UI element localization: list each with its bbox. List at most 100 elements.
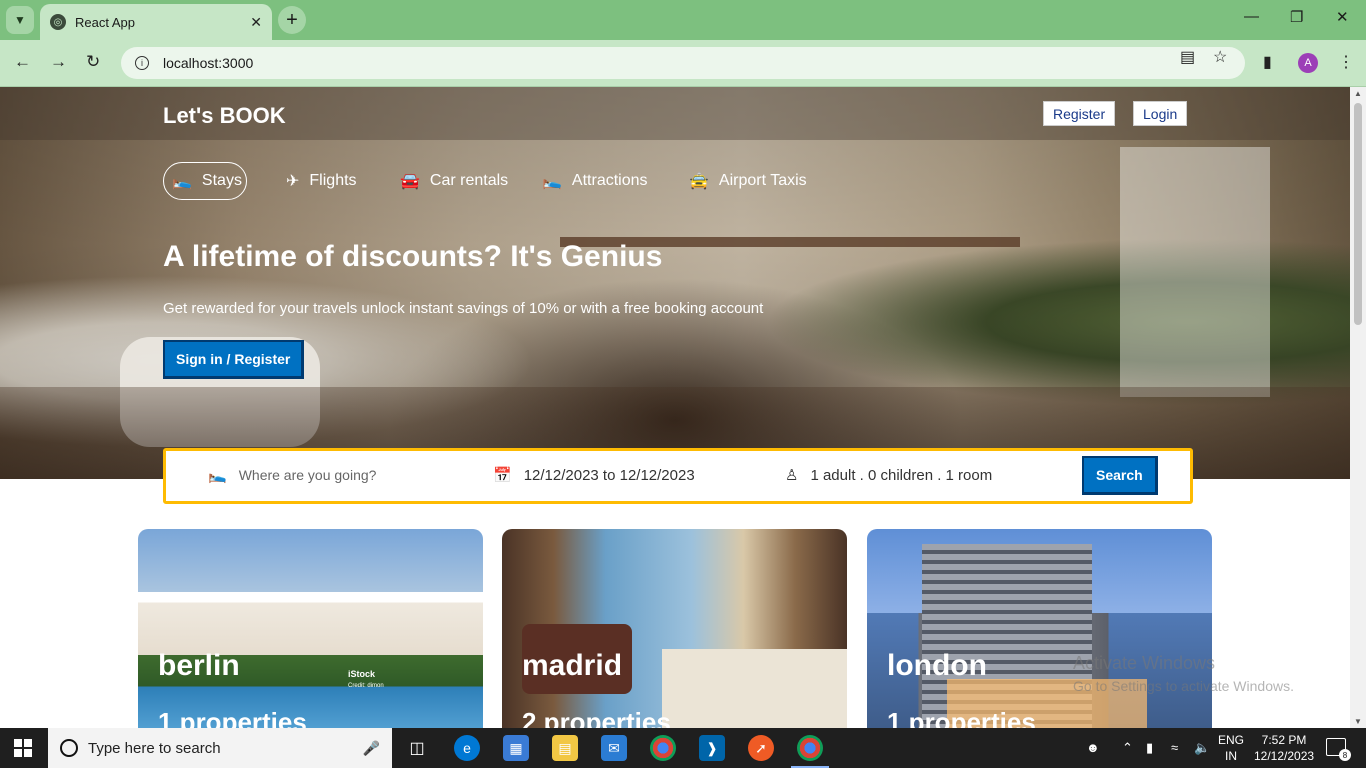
date-field[interactable]: 📅 12/12/2023 to 12/12/2023 — [493, 466, 695, 485]
signin-register-button[interactable]: Sign in / Register — [163, 340, 305, 379]
city-properties: 1 properties — [887, 707, 1036, 728]
clock-date: 12/12/2023 — [1254, 749, 1315, 763]
city-card-london[interactable]: london 1 properties — [867, 529, 1212, 728]
browser-tab-bar: ▼ ◎ React App ✕ + — ❐ ✕ — [0, 0, 1366, 40]
city-card-berlin[interactable]: iStock Credit: dimon berlin 1 properties — [138, 529, 483, 728]
reload-icon[interactable]: ↻ — [86, 52, 100, 72]
menu-icon[interactable]: ⋮ — [1338, 52, 1354, 72]
istock-watermark: iStock Credit: dimon — [348, 669, 384, 689]
guests-field[interactable]: ♙ 1 adult . 0 children . 1 room — [785, 466, 993, 485]
chrome-profile-icon[interactable] — [791, 735, 829, 768]
tab-title: React App — [75, 14, 135, 30]
url-text: localhost:3000 — [163, 55, 254, 71]
windows-taskbar: Type here to search 🎤 ◫ e ▦ ▤ ✉ ❱ ➚ ☻ ⌃ … — [0, 728, 1366, 768]
hero-headline: A lifetime of discounts? It's Genius — [163, 240, 663, 273]
star-icon[interactable]: ☆ — [1213, 47, 1227, 67]
city-card-madrid[interactable]: madrid 2 properties — [502, 529, 847, 728]
city-properties: 2 properties — [522, 707, 671, 728]
windows-start-icon[interactable] — [14, 739, 32, 757]
destination-input[interactable]: Where are you going? — [239, 467, 377, 483]
minimize-icon[interactable]: — — [1244, 8, 1259, 25]
category-car-rentals[interactable]: 🚘 Car rentals — [400, 162, 508, 200]
car-icon: 🚘 — [400, 173, 420, 190]
store-icon[interactable]: ▦ — [503, 735, 529, 761]
notification-count: 8 — [1339, 749, 1351, 761]
browser-toolbar: ← → ↻ i localhost:3000 ▤ ☆ ▮ A ⋮ — [0, 40, 1366, 87]
room-bed — [662, 649, 847, 728]
back-icon[interactable]: ← — [14, 52, 31, 72]
destination-field[interactable]: 🛌 Where are you going? — [208, 466, 376, 484]
tray-chevron-icon[interactable]: ⌃ — [1122, 740, 1133, 756]
task-view-icon[interactable]: ◫ — [404, 735, 430, 761]
region-code: IN — [1225, 749, 1237, 763]
close-icon[interactable]: ✕ — [250, 14, 262, 31]
info-icon[interactable]: i — [135, 56, 149, 70]
bed-icon: 🛌 — [208, 467, 227, 484]
clock-time: 7:52 PM — [1261, 733, 1307, 747]
scroll-up-icon[interactable]: ▲ — [1354, 89, 1362, 98]
scrollbar-thumb[interactable] — [1354, 103, 1362, 325]
globe-icon: ◎ — [50, 14, 66, 30]
page-scrollbar[interactable]: ▲ ▼ — [1350, 87, 1366, 728]
sidepanel-icon[interactable]: ▮ — [1263, 52, 1272, 72]
postman-icon[interactable]: ➚ — [748, 735, 774, 761]
chrome-icon[interactable] — [650, 735, 676, 761]
category-label: Stays — [201, 172, 242, 189]
browser-tab[interactable]: ◎ React App ✕ — [40, 4, 272, 40]
guests-text: 1 adult . 0 children . 1 room — [810, 466, 993, 484]
search-bar: 🛌 Where are you going? 📅 12/12/2023 to 1… — [163, 448, 1193, 504]
taskbar-search[interactable]: Type here to search 🎤 — [48, 728, 392, 768]
bed-icon: 🛌 — [172, 173, 192, 190]
category-attractions[interactable]: 🛌 Attractions — [542, 162, 648, 200]
close-window-icon[interactable]: ✕ — [1336, 8, 1349, 26]
watermark-subtitle: Go to Settings to activate Windows. — [1073, 678, 1294, 694]
category-label: Car rentals — [429, 172, 509, 189]
calendar-icon: 📅 — [493, 467, 512, 484]
notification-icon[interactable]: 8 — [1326, 738, 1351, 761]
city-name: berlin — [158, 649, 240, 682]
date-range-text: 12/12/2023 to 12/12/2023 — [523, 466, 695, 484]
scroll-down-icon[interactable]: ▼ — [1354, 717, 1362, 726]
hero-banner: Let's BOOK Register Login 🛌 Stays ✈ Flig… — [0, 87, 1350, 479]
category-label: Attractions — [571, 172, 648, 189]
category-label: Airport Taxis — [718, 172, 807, 189]
volume-icon[interactable]: 🔈 — [1194, 740, 1210, 756]
people-icon[interactable]: ☻ — [1086, 740, 1100, 755]
istock-credit: Credit: dimon — [348, 683, 384, 689]
search-button[interactable]: Search — [1082, 456, 1158, 495]
category-flights[interactable]: ✈ Flights — [286, 162, 357, 200]
language-code: ENG — [1218, 733, 1245, 747]
file-explorer-icon[interactable]: ▤ — [552, 735, 578, 761]
taskbar-search-input[interactable]: Type here to search — [88, 740, 363, 757]
vscode-icon[interactable]: ❱ — [699, 735, 725, 761]
plus-icon[interactable]: + — [278, 6, 306, 34]
system-clock[interactable]: 7:52 PM 12/12/2023 — [1254, 732, 1314, 764]
category-airport-taxis[interactable]: 🚖 Airport Taxis — [689, 162, 807, 200]
install-icon[interactable]: ▤ — [1180, 47, 1195, 67]
edge-icon[interactable]: e — [454, 735, 480, 761]
mail-icon[interactable]: ✉ — [601, 735, 627, 761]
tab-search-icon[interactable]: ▼ — [6, 6, 34, 34]
category-stays[interactable]: 🛌 Stays — [163, 162, 247, 200]
address-bar[interactable]: i localhost:3000 — [121, 47, 1245, 79]
page-viewport: Let's BOOK Register Login 🛌 Stays ✈ Flig… — [0, 87, 1350, 728]
person-icon: ♙ — [785, 467, 799, 484]
microphone-icon[interactable]: 🎤 — [363, 740, 380, 757]
language-indicator[interactable]: ENG IN — [1218, 732, 1244, 764]
city-name: london — [887, 649, 987, 682]
forward-icon[interactable]: → — [50, 52, 67, 72]
brand-logo[interactable]: Let's BOOK — [163, 103, 286, 129]
cortana-icon — [60, 739, 78, 757]
restore-icon[interactable]: ❐ — [1290, 8, 1303, 26]
plane-icon: ✈ — [286, 173, 300, 190]
city-name: madrid — [522, 649, 623, 682]
wifi-icon[interactable]: ≈ — [1171, 740, 1178, 755]
avatar[interactable]: A — [1298, 53, 1318, 73]
login-button[interactable]: Login — [1133, 101, 1188, 126]
hero-subline: Get rewarded for your travels unlock ins… — [163, 300, 764, 317]
register-button[interactable]: Register — [1043, 101, 1116, 126]
hero-window — [1120, 147, 1270, 397]
bed-icon: 🛌 — [542, 173, 562, 190]
category-label: Flights — [309, 172, 357, 189]
battery-icon[interactable]: ▮ — [1146, 740, 1153, 756]
